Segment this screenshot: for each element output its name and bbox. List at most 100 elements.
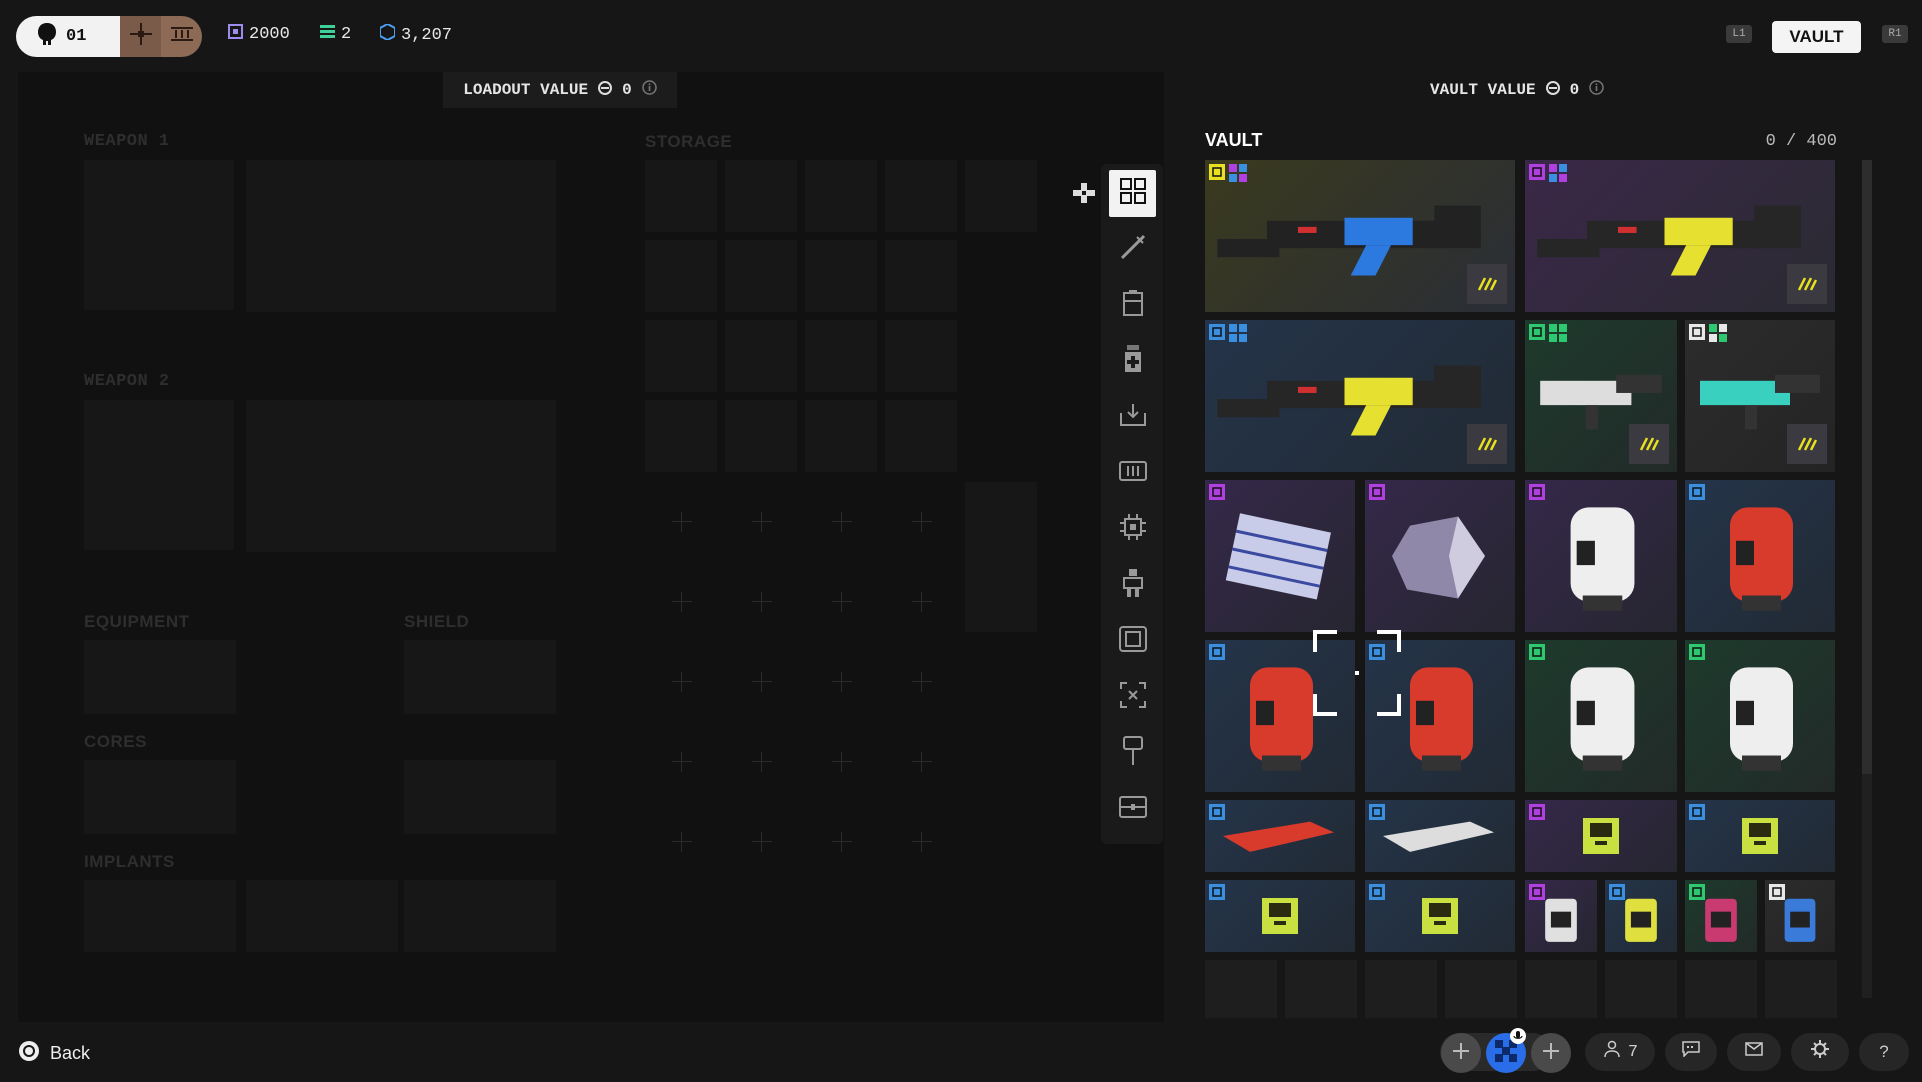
help-button[interactable]: ? [1859,1033,1909,1071]
vault-item-rifle-yellow[interactable] [1525,160,1835,312]
category-cores[interactable] [1109,506,1156,553]
vault-item-salvage-cube[interactable] [1365,480,1515,632]
left-bumper-hint[interactable]: L1 [1726,25,1752,43]
equipment-label: EQUIPMENT [84,612,190,631]
weapon1-slot[interactable] [246,160,556,312]
vault-item-shield-core-1[interactable] [1525,800,1677,872]
storage-cell[interactable] [885,240,957,312]
info-icon[interactable] [1589,80,1604,100]
selection-cursor [1313,630,1401,716]
category-all[interactable] [1109,170,1156,217]
core-slot-1[interactable] [84,760,236,834]
item-image [1205,480,1355,632]
vault-item-shield-core-3[interactable] [1205,880,1355,952]
vault-empty-slot[interactable] [1205,960,1277,1018]
chat-button[interactable] [1665,1033,1717,1071]
implant-slot-2[interactable] [246,880,398,952]
profile-pill[interactable]: 01 [16,16,202,57]
vault-item-backpack-white[interactable] [1525,480,1677,632]
cube-icon [228,24,243,45]
crew-tab[interactable] [120,16,161,57]
storage-cell[interactable] [805,320,877,392]
category-consumables[interactable] [1109,338,1156,385]
storage-cell[interactable] [645,240,717,312]
vault-empty-slot[interactable] [1445,960,1517,1018]
vault-empty-slot[interactable] [1525,960,1597,1018]
category-equipment[interactable] [1109,394,1156,441]
squad-button[interactable]: 7 [1585,1033,1655,1071]
category-keys[interactable] [1109,730,1156,777]
vault-item-backpack-red[interactable] [1685,480,1835,632]
vault-item-smg-white[interactable] [1685,320,1835,472]
settings-button[interactable] [1791,1033,1849,1071]
weapon2-mods-slot[interactable] [84,400,234,550]
implant-slot-1[interactable] [84,880,236,952]
mod-slots-icon [1229,164,1247,182]
vault-item-implant-4[interactable] [1765,880,1835,952]
currency-stat: 3,207 [379,22,452,46]
storage-cell[interactable] [645,160,717,232]
storage-cell[interactable] [725,240,797,312]
storage-cell[interactable] [805,240,877,312]
container-icon [1118,796,1147,823]
vault-empty-slot[interactable] [1685,960,1757,1018]
category-backpacks[interactable] [1109,282,1156,329]
storage-cell[interactable] [725,320,797,392]
category-rail [1101,164,1163,844]
vault-item-backpack-white-2[interactable] [1525,640,1677,792]
player-badge[interactable]: 01 [16,16,120,57]
vault-item-rifle-blue[interactable] [1205,160,1515,312]
vault-item-consumable-white[interactable] [1365,800,1515,872]
vault-item-shield-core-4[interactable] [1365,880,1515,952]
backpack-slot[interactable] [965,160,1037,232]
vault-empty-slot[interactable] [1285,960,1357,1018]
vault-scrollbar-thumb[interactable] [1862,160,1872,774]
item-image [1205,800,1355,872]
storage-cell[interactable] [885,320,957,392]
vault-item-implant-1[interactable] [1525,880,1597,952]
storage-cell[interactable] [805,160,877,232]
implant-slot-3[interactable] [404,880,556,952]
storage-cell[interactable] [885,400,957,472]
storage-cell[interactable] [805,400,877,472]
layers-stat: 2 [320,24,351,45]
category-weapons[interactable] [1109,226,1156,273]
vault-tab-button[interactable]: VAULT [1772,21,1861,53]
right-bumper-hint[interactable]: R1 [1882,25,1908,43]
vault-item-backpack-white-3[interactable] [1685,640,1835,792]
equipment-slot[interactable] [84,640,236,714]
vault-empty-slot[interactable] [1365,960,1437,1018]
core-chip-icon [1119,513,1147,546]
storage-cell[interactable] [725,160,797,232]
weapon1-mods-slot[interactable] [84,160,234,310]
vault-item-shield-core-2[interactable] [1685,800,1835,872]
vault-item-implant-3[interactable] [1685,880,1757,952]
category-implants[interactable] [1109,562,1156,609]
add-party-right-button[interactable] [1531,1033,1571,1073]
vault-item-consumable-red[interactable] [1205,800,1355,872]
vault-empty-slot[interactable] [1605,960,1677,1018]
barracks-tab[interactable] [161,16,202,57]
info-icon[interactable] [641,80,657,100]
vault-item-salvage-sheets[interactable] [1205,480,1355,632]
storage-cell[interactable] [725,400,797,472]
back-button[interactable]: Back [18,1040,90,1067]
add-party-left-button[interactable] [1441,1033,1481,1073]
vault-item-implant-2[interactable] [1605,880,1677,952]
backpack-extra-slot[interactable] [965,482,1037,632]
vault-empty-slot[interactable] [1765,960,1837,1018]
storage-cell[interactable] [645,400,717,472]
item-image [1365,880,1515,952]
shield-slot[interactable] [404,640,556,714]
core-slot-2[interactable] [404,760,556,834]
weapon2-slot[interactable] [246,400,556,552]
storage-cell[interactable] [645,320,717,392]
storage-cell[interactable] [885,160,957,232]
vault-item-smg-green[interactable] [1525,320,1677,472]
category-containers[interactable] [1109,786,1156,833]
category-salvage[interactable] [1109,674,1156,721]
mail-button[interactable] [1727,1033,1781,1071]
vault-item-rifle-blue-2[interactable] [1205,320,1515,472]
category-shields[interactable] [1109,618,1156,665]
category-ammo[interactable] [1109,450,1156,497]
